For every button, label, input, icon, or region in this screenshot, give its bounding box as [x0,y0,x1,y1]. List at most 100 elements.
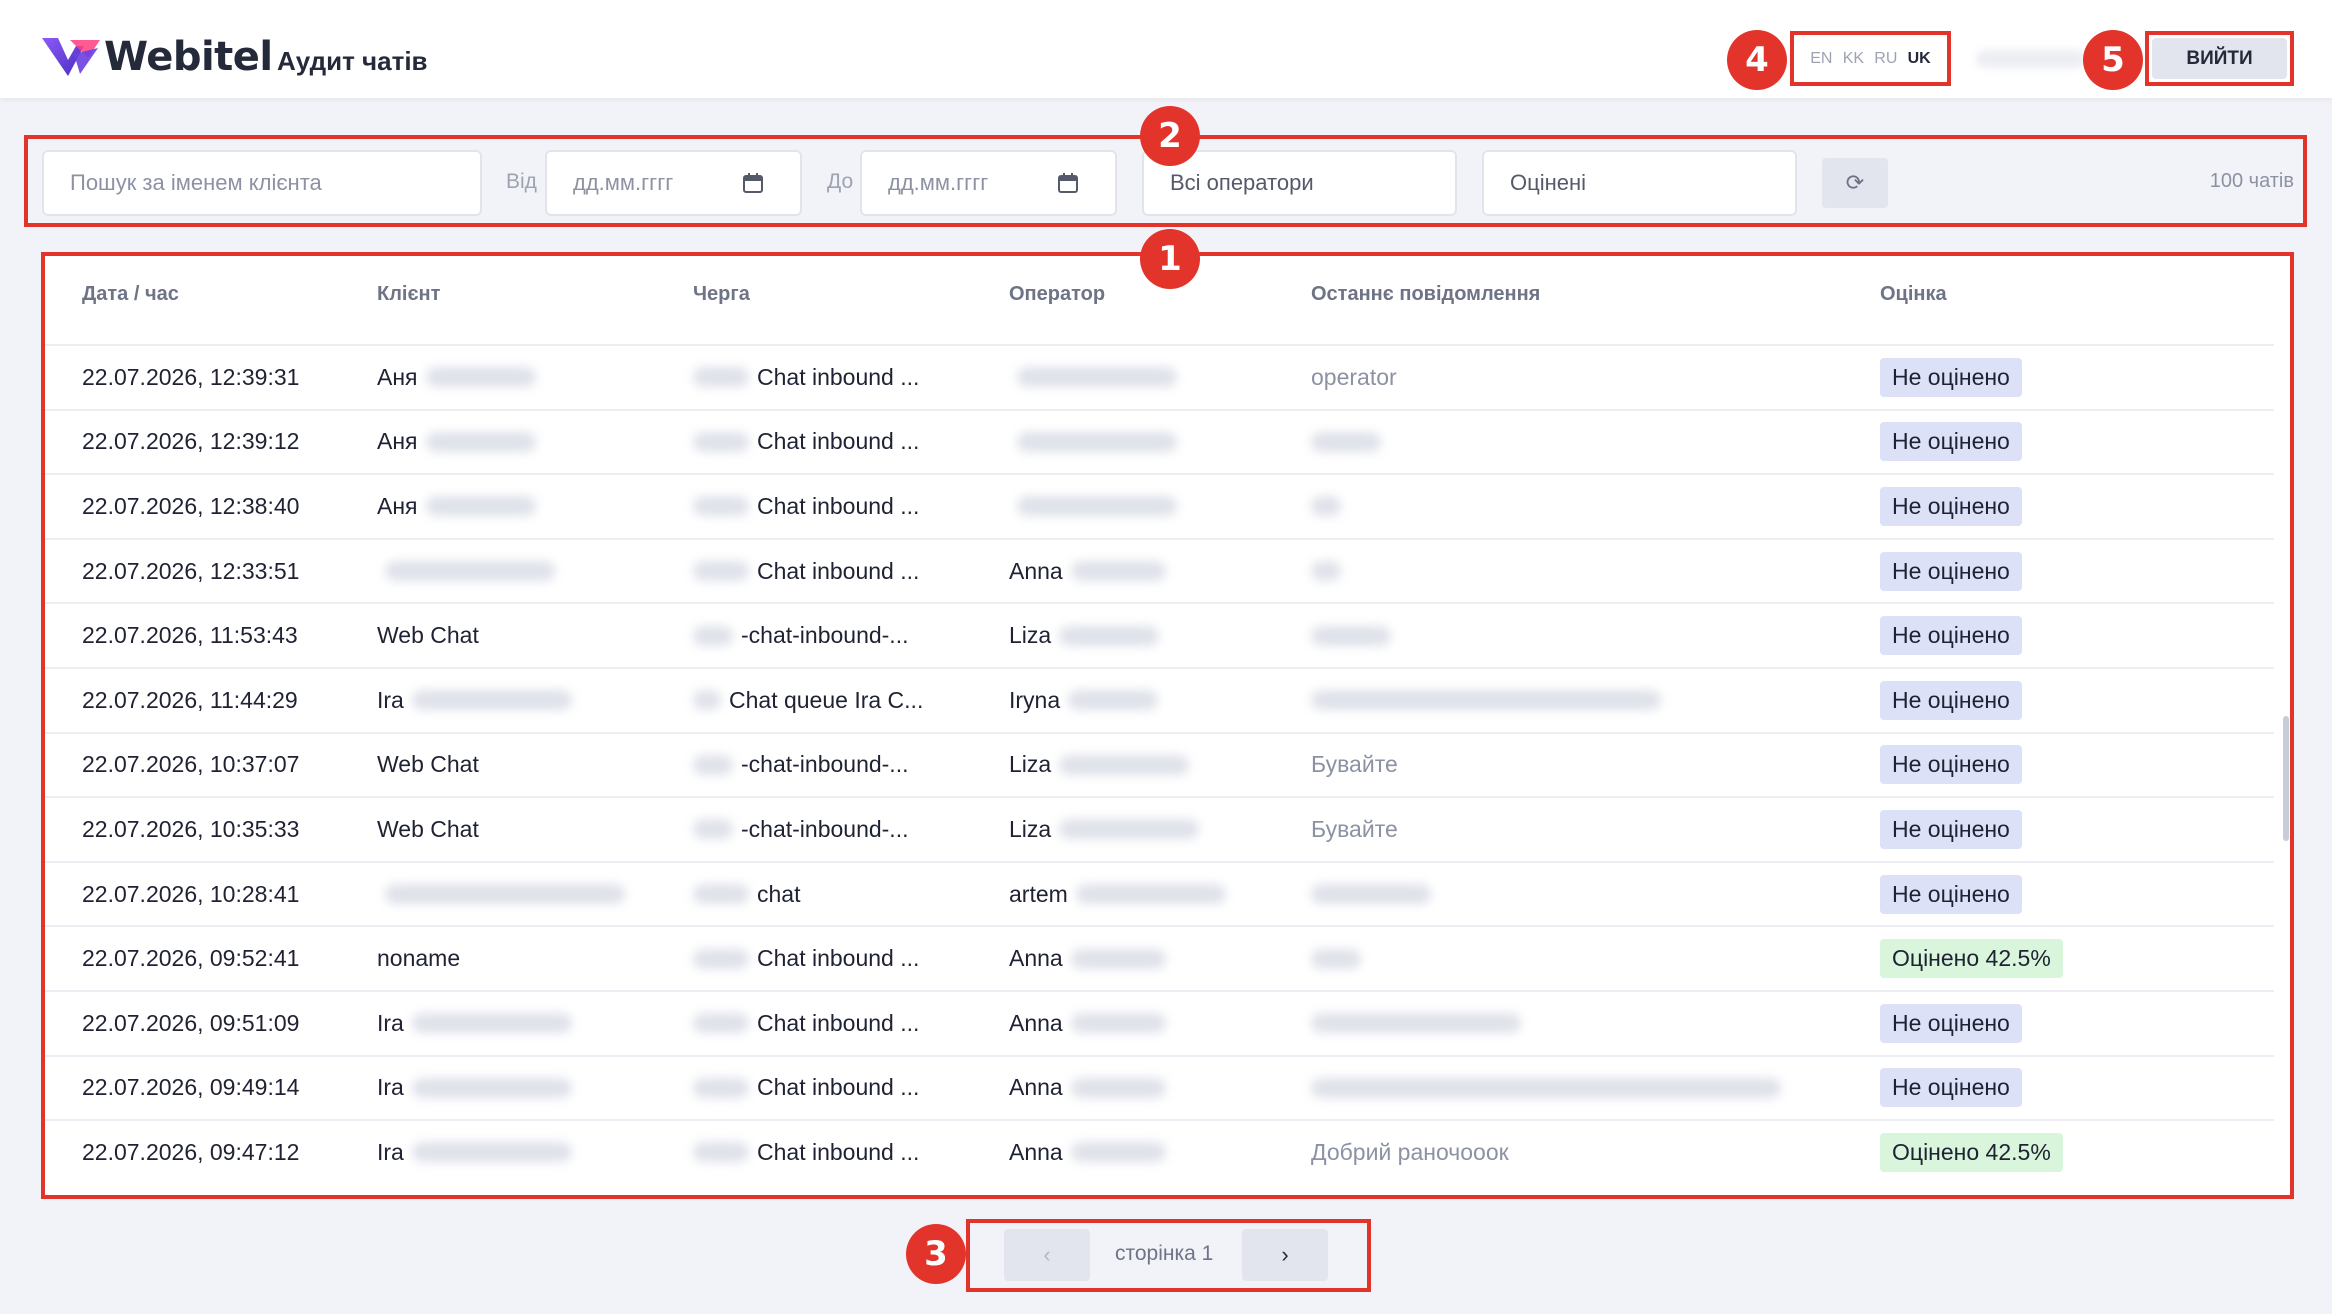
cell-rating: Не оцінено [1880,475,2022,538]
redacted-text [1311,1077,1781,1098]
lang-kk[interactable]: KK [1843,50,1864,68]
table-scrollbar[interactable] [2283,716,2289,841]
col-datetime[interactable]: Дата / час [82,283,179,306]
prev-page-button[interactable]: ‹ [1004,1229,1090,1281]
datetime-value: 22.07.2026, 11:53:43 [82,622,298,649]
date-from-label: Від [506,170,537,193]
datetime-value: 22.07.2026, 10:28:41 [82,880,300,907]
rating-select[interactable]: Оцінені [1482,150,1797,216]
operator-name: Liza [1009,622,1052,649]
col-client[interactable]: Клієнт [377,283,440,306]
table-row[interactable]: 22.07.2026, 11:53:43 Web Chat -chat-inboun… [45,602,2274,667]
date-from-input[interactable]: дд.мм.гггг [545,150,802,216]
cell-queue: -chat-inbound-... [693,604,908,667]
calendar-icon[interactable] [1057,172,1079,194]
col-queue[interactable]: Черга [693,283,750,306]
redacted-text [411,1142,572,1163]
cell-queue: Chat queue Ira C... [693,669,923,732]
redacted-text [425,367,536,388]
calendar-icon[interactable] [742,172,764,194]
refresh-icon: ⟳ [1845,170,1865,195]
cell-rating: Не оцінено [1880,798,2022,861]
queue-name: Chat inbound ... [757,945,920,972]
rating-badge[interactable]: Не оцінено [1880,357,2022,397]
table-row[interactable]: 22.07.2026, 09:51:09 Ira Chat inbound ... A… [45,989,2274,1055]
cell-operator [1009,411,1177,474]
webitel-logo[interactable]: Webitel [40,34,273,80]
lang-en[interactable]: EN [1810,50,1832,68]
operator-name: Anna [1009,1074,1063,1101]
next-page-button[interactable]: › [1242,1229,1328,1281]
rating-badge[interactable]: Не оцінено [1880,680,2022,720]
rating-badge[interactable]: Не оцінено [1880,486,2022,526]
queue-name: Chat inbound ... [757,363,920,390]
cell-datetime: 22.07.2026, 10:37:07 [82,734,299,797]
cell-client: Web Chat [377,604,479,667]
cell-datetime: 22.07.2026, 10:35:33 [82,798,299,861]
cell-last-message [1311,992,1529,1055]
logout-button[interactable]: ВИЙТИ [2152,38,2287,79]
operator-select-value: Всі оператори [1170,170,1314,195]
rating-badge[interactable]: Не оцінено [1880,874,2022,914]
refresh-button[interactable]: ⟳ [1822,158,1888,208]
redacted-text [1311,625,1391,646]
redacted-text [693,367,749,388]
redacted-text [1017,431,1177,452]
cell-rating: Оцінено 42.5% [1880,927,2063,990]
cell-client: Аня [377,411,536,474]
redacted-text [693,561,749,582]
cell-queue: Chat inbound ... [693,1057,919,1120]
cell-client: noname [377,927,460,990]
brand-name: Webitel [104,34,273,80]
annotation-marker-5: 5 [2083,30,2143,90]
col-rating[interactable]: Оцінка [1880,283,1947,306]
table-row[interactable]: 22.07.2026, 10:37:07 Web Chat -chat-inboun… [45,731,2274,797]
col-last-message[interactable]: Останнє повідомлення [1311,283,1540,306]
cell-last-message: Бувайте [1311,798,1398,861]
rating-badge[interactable]: Оцінено 42.5% [1880,939,2063,979]
table-row[interactable]: 22.07.2026, 12:39:12 Аня Chat inbound ... Н… [45,408,2274,474]
client-search-input[interactable]: Пошук за іменем клієнта [42,150,482,216]
cell-operator: Anna [1009,927,1166,990]
redacted-text [1017,496,1177,517]
cell-datetime: 22.07.2026, 11:44:29 [82,669,298,732]
cell-operator: Iryna [1009,669,1159,732]
redacted-text [1059,754,1190,775]
table-row[interactable]: 22.07.2026, 12:38:40 Аня Chat inbound ... Н… [45,473,2274,538]
redacted-text [385,884,625,905]
table-row[interactable]: 22.07.2026, 09:47:12 Ira Chat inbound ... A… [45,1119,2274,1184]
rating-badge[interactable]: Не оцінено [1880,1068,2022,1108]
table-row[interactable]: 22.07.2026, 10:28:41 chat artem Не оцінено [45,860,2274,926]
lang-uk[interactable]: UK [1908,50,1931,68]
datetime-value: 22.07.2026, 09:47:12 [82,1138,300,1165]
operator-name: Anna [1009,1138,1063,1165]
datetime-value: 22.07.2026, 09:52:41 [82,945,300,972]
rating-badge[interactable]: Не оцінено [1880,616,2022,656]
col-operator[interactable]: Оператор [1009,283,1105,306]
rating-badge[interactable]: Не оцінено [1880,551,2022,591]
table-row[interactable]: 22.07.2026, 12:33:51 Chat inbound ... Anna… [45,537,2274,603]
table-row[interactable]: 22.07.2026, 11:44:29 Ira Chat queue Ira C.… [45,666,2274,732]
operator-select[interactable]: Всі оператори [1142,150,1457,216]
date-to-input[interactable]: дд.мм.гггг [860,150,1117,216]
rating-badge[interactable]: Не оцінено [1880,745,2022,785]
cell-datetime: 22.07.2026, 09:51:09 [82,992,299,1055]
cell-queue: Chat inbound ... [693,927,919,990]
table-row[interactable]: 22.07.2026, 10:35:33 Web Chat -chat-inboun… [45,796,2274,861]
cell-last-message [1311,604,1399,667]
rating-badge[interactable]: Не оцінено [1880,809,2022,849]
lang-ru[interactable]: RU [1874,50,1897,68]
cell-rating: Не оцінено [1880,1057,2022,1120]
rating-badge[interactable]: Не оцінено [1880,422,2022,462]
rating-badge[interactable]: Оцінено 42.5% [1880,1132,2063,1172]
cell-rating: Не оцінено [1880,863,2022,926]
table-row[interactable]: 22.07.2026, 12:39:31 Аня Chat inbound ... o… [45,344,2274,409]
cell-client: Ira [377,669,572,732]
rating-badge[interactable]: Не оцінено [1880,1003,2022,1043]
table-row[interactable]: 22.07.2026, 09:52:41 noname Chat inbound .… [45,925,2274,990]
cell-client: Аня [377,346,536,409]
cell-rating: Не оцінено [1880,734,2022,797]
cell-rating: Не оцінено [1880,540,2022,603]
redacted-text [693,948,749,969]
table-row[interactable]: 22.07.2026, 09:49:14 Ira Chat inbound ... A… [45,1054,2274,1120]
